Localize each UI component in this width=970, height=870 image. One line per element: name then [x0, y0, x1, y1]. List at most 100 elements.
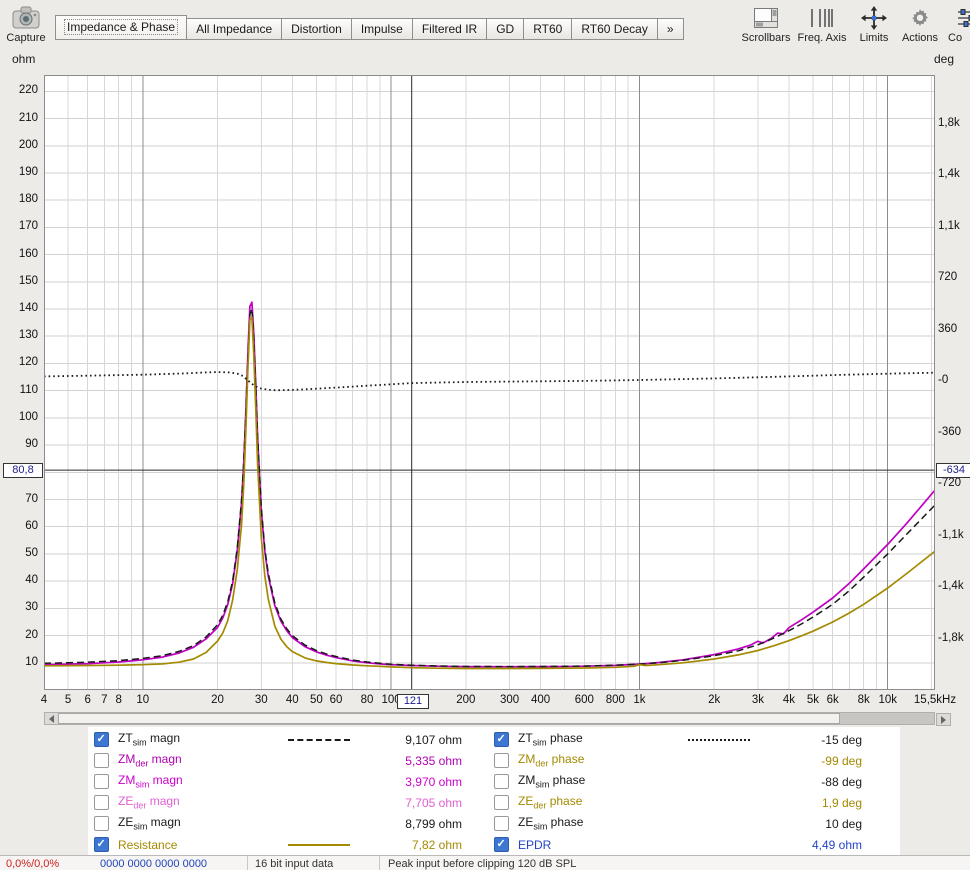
statusbar-divider	[379, 856, 380, 870]
freq-axis-button[interactable]: Freq. Axis	[793, 3, 851, 44]
left-axis-tick: 70	[25, 492, 38, 505]
curve-zt-sim-magn	[44, 308, 935, 668]
tab-rt60-decay[interactable]: RT60 Decay	[571, 18, 658, 40]
scroll-left-arrow[interactable]	[45, 713, 58, 724]
right-axis-tick: -720	[938, 477, 962, 489]
frequency-axis-tick: 1k	[633, 694, 646, 706]
camera-icon	[2, 3, 50, 32]
left-axis-tick: 60	[25, 519, 38, 532]
headroom-info: Peak input before clipping 120 dB SPL	[388, 858, 577, 870]
controls-icon	[943, 3, 970, 32]
legend-checkbox-ze-der-magn[interactable]	[94, 795, 109, 810]
actions-label: Actions	[901, 32, 939, 44]
scrollbars-icon	[739, 3, 793, 32]
left-axis-tick: 140	[18, 302, 38, 315]
legend-row-epdr: EPDR 4,49 ohm	[494, 834, 894, 855]
curve-zt-sim-phase	[44, 371, 935, 392]
frequency-axis-tick: 8	[115, 694, 122, 706]
impedance-plot[interactable]	[44, 75, 935, 690]
frequency-axis-tick: 600	[574, 694, 594, 706]
left-axis-tick: 200	[18, 138, 38, 151]
right-axis-tick: -1,8k	[938, 631, 964, 644]
rew-impedance-window: Capture Impedance & Phase All Impedance Di…	[0, 0, 970, 870]
legend-column-magnitude: ZTsim magn9,107 ohmZMder magn5,335 ohmZM…	[94, 729, 494, 854]
legend-checkbox-zt-sim-phase[interactable]	[494, 732, 509, 747]
legend-value-zt-sim-magn: 9,107 ohm	[405, 732, 462, 747]
legend-row-ze-sim-phase: ZEsim phase 10 deg	[494, 813, 894, 834]
left-axis-tick: 170	[18, 220, 38, 233]
left-axis-tick: 120	[18, 356, 38, 369]
capture-button[interactable]: Capture	[2, 3, 50, 44]
legend-checkbox-zm-sim-phase[interactable]	[494, 774, 509, 789]
legend-checkbox-zm-der-phase[interactable]	[494, 753, 509, 768]
legend-value-zt-sim-phase: -15 deg	[821, 732, 862, 747]
frequency-axis-tick: 4k	[782, 694, 795, 706]
controls-button[interactable]: Co	[943, 3, 970, 44]
legend-row-zt-sim-magn: ZTsim magn 9,107 ohm	[94, 729, 494, 750]
left-axis-tick: 130	[18, 329, 38, 342]
left-axis-tick: 20	[25, 628, 38, 641]
legend-checkbox-ze-sim-magn[interactable]	[94, 816, 109, 831]
legend-row-zm-der-phase: ZMder phase -99 deg	[494, 750, 894, 771]
legend-label-zm-sim-magn: ZMsim magn	[118, 773, 183, 790]
tab-more-tabs[interactable]: »	[656, 18, 684, 40]
tab-distortion[interactable]: Distortion	[281, 18, 352, 40]
sample-values: 0000 0000 0000 0000	[100, 858, 208, 870]
right-axis-tick: 1,8k	[938, 116, 960, 129]
tab-gd[interactable]: GD	[486, 18, 525, 40]
scrollbars-label: Scrollbars	[741, 32, 791, 44]
tab-filtered-ir[interactable]: Filtered IR	[411, 18, 488, 40]
legend-label-ze-der-magn: ZEder magn	[118, 794, 180, 811]
limits-button[interactable]: Limits	[851, 3, 897, 44]
left-axis-tick: 190	[18, 165, 38, 178]
scrollbar-thumb[interactable]	[58, 713, 840, 724]
legend-line-sample-zt-sim-magn	[268, 738, 368, 741]
scrollbars-button[interactable]: Scrollbars	[739, 3, 793, 44]
legend-checkbox-zm-sim-magn[interactable]	[94, 774, 109, 789]
toolbar-right-buttons: Scrollbars Freq. Axis Limits Actions Co	[739, 3, 970, 44]
legend-label-resistance: Resistance	[118, 837, 178, 852]
legend-value-ze-sim-phase: 10 deg	[825, 816, 862, 831]
tab-all-impedance[interactable]: All Impedance	[186, 18, 283, 40]
frequency-axis-tick: 5	[64, 694, 72, 706]
controls-label: Co	[948, 32, 963, 44]
frequency-axis-tick: 3k	[751, 694, 764, 706]
tab-rt60[interactable]: RT60	[523, 18, 573, 40]
legend-line-sample-zt-sim-phase	[668, 738, 768, 741]
frequency-axis-tick: 20	[211, 694, 224, 706]
frequency-axis-tick: 4	[40, 694, 48, 706]
limits-icon	[851, 3, 897, 32]
grid	[44, 75, 935, 690]
left-axis-tick: 50	[25, 546, 38, 559]
frequency-axis-tick: 80	[360, 694, 374, 706]
actions-button[interactable]: Actions	[897, 3, 943, 44]
legend-checkbox-epdr[interactable]	[494, 837, 509, 852]
right-axis-tick: 720	[938, 271, 958, 283]
legend-checkbox-zm-der-magn[interactable]	[94, 753, 109, 768]
legend-value-ze-sim-magn: 8,799 ohm	[405, 816, 462, 831]
graph-tab-bar: Impedance & Phase All Impedance Distortion…	[55, 15, 684, 40]
legend-checkbox-ze-der-phase[interactable]	[494, 795, 509, 810]
tab-impulse[interactable]: Impulse	[350, 18, 413, 40]
capture-label: Capture	[6, 32, 46, 44]
legend-checkbox-ze-sim-phase[interactable]	[494, 816, 509, 831]
legend-value-resistance: 7,82 ohm	[411, 837, 462, 852]
left-axis-tick: 160	[18, 247, 38, 260]
left-axis-tick: 30	[25, 601, 38, 614]
tab-impedance-phase[interactable]: Impedance & Phase	[55, 15, 188, 40]
clip-indicator: 0,0%/0,0%	[6, 858, 60, 870]
legend-value-zm-sim-magn: 3,970 ohm	[405, 774, 462, 789]
legend-checkbox-resistance[interactable]	[94, 837, 109, 852]
scroll-right-arrow[interactable]	[936, 713, 951, 726]
left-axis-tick: 180	[18, 193, 38, 206]
right-axis-tick: 360	[938, 322, 958, 335]
right-axis-tick: -360	[938, 425, 962, 438]
legend-checkbox-zt-sim-magn[interactable]	[94, 732, 109, 747]
frequency-axis-tick: 30	[254, 694, 268, 706]
right-axis-tick: -0	[938, 374, 949, 386]
legend-label-ze-sim-magn: ZEsim magn	[118, 815, 181, 832]
frequency-axis-tick: 8k	[857, 694, 870, 706]
input-format: 16 bit input data	[255, 858, 334, 870]
left-axis-tick: 150	[18, 274, 38, 287]
horizontal-scrollbar[interactable]	[44, 712, 935, 725]
